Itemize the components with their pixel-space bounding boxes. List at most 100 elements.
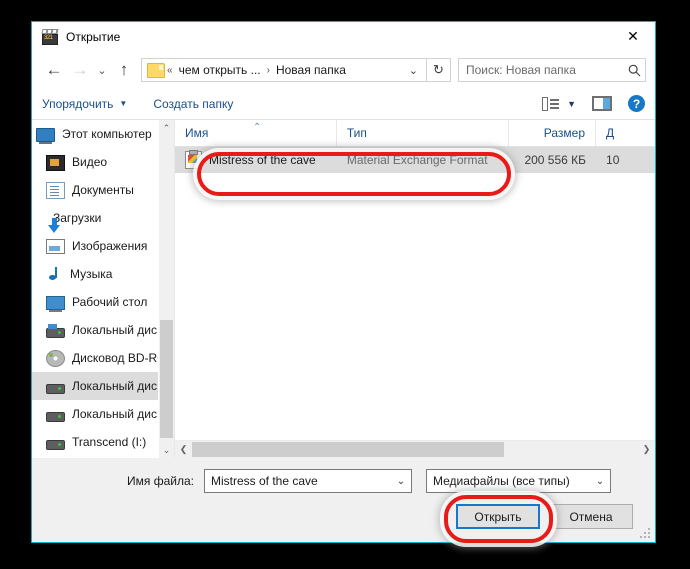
back-button[interactable]: ← — [41, 57, 67, 83]
optical-drive-icon — [46, 349, 65, 367]
file-list-area: Имя ⌃ Тип Размер Д Mistress of the cave M… — [174, 120, 655, 458]
filename-row: Имя файла: ⌄ Медиафайлы (все типы) ⌄ — [32, 468, 655, 494]
music-folder-icon — [46, 266, 63, 282]
cancel-button[interactable]: Отмена — [549, 504, 633, 529]
column-header-size[interactable]: Размер — [509, 120, 597, 146]
dialog-buttons: Открыть Отмена — [32, 504, 655, 529]
change-view-icon[interactable] — [542, 96, 560, 111]
navigation-sidebar: Этот компьютер Видео Документы Загрузки Изоб… — [32, 120, 174, 458]
sidebar-item-label: Локальный дис — [72, 323, 157, 337]
column-headers: Имя ⌃ Тип Размер Д — [175, 120, 655, 147]
file-list-horizontal-scrollbar[interactable]: ❮ ❯ — [175, 440, 655, 458]
folder-icon — [147, 62, 165, 78]
pictures-folder-icon — [46, 239, 65, 254]
documents-folder-icon — [46, 181, 65, 199]
search-input[interactable] — [459, 62, 623, 78]
breadcrumb-separator: › — [266, 64, 270, 76]
cell-type: Material Exchange Format — [346, 153, 488, 167]
sidebar-item-label: Загрузки — [53, 211, 102, 225]
forward-button[interactable]: → — [67, 57, 93, 83]
refresh-icon[interactable]: ↻ — [427, 58, 451, 82]
close-icon[interactable]: ✕ — [611, 22, 655, 51]
filetype-filter-combobox[interactable]: Медиафайлы (все типы) ⌄ — [426, 469, 611, 493]
sidebar-item-11[interactable]: Transcend (I:) — [32, 428, 174, 456]
search-icon — [623, 64, 645, 77]
chevron-down-icon[interactable]: ⌄ — [391, 476, 411, 487]
sidebar-item-label: Дисковод BD-RO — [72, 351, 167, 365]
preview-pane-icon[interactable] — [592, 96, 612, 111]
sidebar-item-label: Локальный дис — [72, 407, 157, 421]
resize-grip[interactable] — [640, 528, 651, 539]
system-drive-icon — [46, 323, 65, 338]
up-button[interactable]: ↑ — [111, 57, 137, 83]
sidebar-item-1[interactable]: Видео — [32, 148, 174, 176]
sidebar-scrollbar[interactable]: ⌃ ⌄ — [158, 120, 174, 458]
cell-size: 200 556 КБ — [524, 153, 587, 167]
hscroll-track[interactable] — [192, 441, 638, 458]
scroll-up-icon[interactable]: ⌃ — [159, 120, 174, 136]
new-folder-label: Создать папку — [153, 96, 234, 111]
table-row[interactable]: Mistress of the cave Material Exchange Fo… — [175, 147, 655, 173]
media-clapperboard-icon — [41, 29, 59, 45]
sidebar-item-2[interactable]: Документы — [32, 176, 174, 204]
scroll-right-icon[interactable]: ❯ — [638, 444, 655, 455]
filename-input[interactable] — [205, 473, 391, 489]
drive-icon — [46, 411, 65, 422]
dialog-titlebar: Открытие ✕ — [32, 22, 655, 52]
hscroll-thumb[interactable] — [192, 442, 505, 457]
sidebar-item-3[interactable]: Загрузки — [32, 204, 174, 233]
sidebar-item-label: Музыка — [70, 267, 113, 281]
column-header-date[interactable]: Д — [596, 120, 655, 146]
open-file-dialog: Открытие ✕ ← → ⌄ ↑ « чем открыть ... › Н… — [31, 21, 656, 543]
navigation-bar: ← → ⌄ ↑ « чем открыть ... › Новая папка … — [32, 52, 655, 88]
sidebar-item-6[interactable]: Рабочий стол — [32, 288, 174, 316]
scroll-down-icon[interactable]: ⌄ — [159, 442, 174, 458]
breadcrumb-overflow[interactable]: « — [165, 65, 175, 76]
dialog-body: Этот компьютер Видео Документы Загрузки Изоб… — [32, 120, 655, 458]
drive-icon — [46, 439, 65, 450]
sidebar-item-label: Transcend (I:) — [72, 435, 147, 449]
scroll-left-icon[interactable]: ❮ — [175, 444, 192, 455]
screenshot-root: Открытие ✕ ← → ⌄ ↑ « чем открыть ... › Н… — [0, 0, 690, 569]
toolbar-right-group: ▼ ? — [542, 95, 645, 112]
column-header-type[interactable]: Тип — [337, 120, 510, 146]
dialog-footer: Имя файла: ⌄ Медиафайлы (все типы) ⌄ Отк… — [32, 458, 655, 542]
column-header-name[interactable]: Имя ⌃ — [175, 120, 337, 146]
chevron-down-icon: ▼ — [119, 99, 128, 108]
breadcrumb-parent[interactable]: чем открыть ... — [175, 63, 265, 77]
sidebar-item-5[interactable]: Музыка — [32, 260, 174, 288]
breadcrumb-current[interactable]: Новая папка — [272, 63, 350, 77]
file-name-label: Mistress of the cave — [209, 153, 316, 167]
media-file-icon — [185, 150, 202, 169]
sidebar-item-label: Видео — [72, 155, 108, 169]
open-button[interactable]: Открыть — [456, 504, 540, 529]
view-options-caret-icon[interactable]: ▼ — [567, 99, 576, 109]
search-box[interactable] — [458, 58, 646, 82]
chevron-down-icon[interactable]: ⌄ — [401, 64, 426, 77]
chevron-down-icon[interactable]: ⌄ — [590, 476, 610, 487]
sidebar-scroll-thumb[interactable] — [160, 320, 173, 438]
sidebar-item-0[interactable]: Этот компьютер — [32, 120, 174, 148]
drive-icon — [46, 383, 65, 394]
sidebar-item-9[interactable]: Локальный дис — [32, 372, 174, 400]
sidebar-item-10[interactable]: Локальный дис — [32, 400, 174, 428]
sidebar-item-7[interactable]: Локальный дис — [32, 316, 174, 344]
dialog-title: Открытие — [66, 30, 121, 44]
help-icon[interactable]: ? — [628, 95, 645, 112]
address-bar[interactable]: « чем открыть ... › Новая папка ⌄ — [141, 58, 427, 82]
sidebar-item-4[interactable]: Изображения — [32, 232, 174, 260]
cell-date: 10 — [606, 153, 620, 167]
sidebar-item-label: Рабочий стол — [72, 295, 148, 309]
recent-locations-button[interactable]: ⌄ — [93, 57, 111, 83]
column-header-name-label: Имя — [185, 126, 209, 140]
sidebar-item-8[interactable]: Дисковод BD-RO — [32, 344, 174, 372]
filename-combobox[interactable]: ⌄ — [204, 469, 412, 493]
sidebar-item-label: Документы — [72, 183, 134, 197]
sort-ascending-icon: ⌃ — [253, 122, 262, 133]
new-folder-button[interactable]: Создать папку — [153, 97, 233, 111]
organize-button[interactable]: Упорядочить ▼ — [42, 97, 127, 111]
filename-label: Имя файла: — [127, 474, 194, 488]
organize-label: Упорядочить — [42, 96, 114, 111]
sidebar-item-label: Этот компьютер — [62, 127, 152, 141]
sidebar-item-label: Изображения — [72, 239, 148, 253]
